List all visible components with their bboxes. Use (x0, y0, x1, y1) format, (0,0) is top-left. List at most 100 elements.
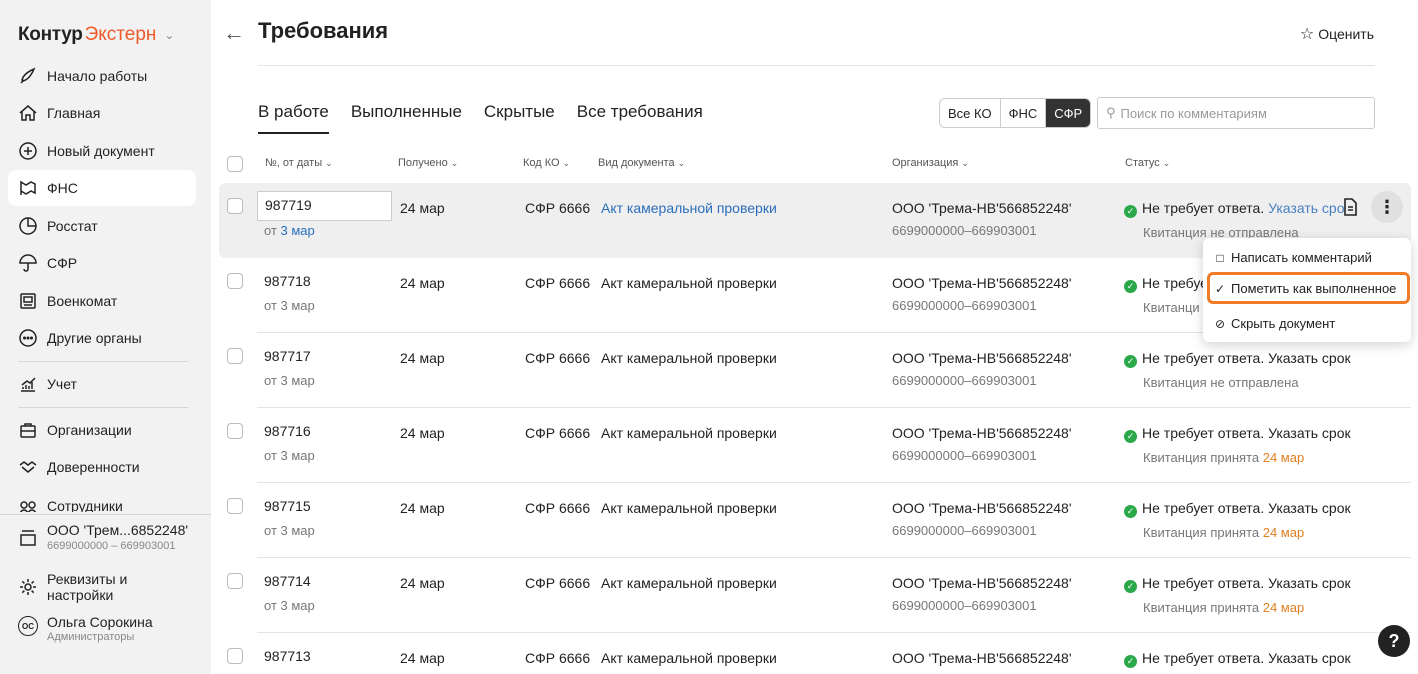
col-org[interactable]: Организация ⌄ (892, 157, 969, 169)
table-row[interactable]: 987714 от 3 мар 24 мар СФР 6666 Акт каме… (219, 558, 1411, 633)
row-receipt: Квитанция принята 24 мар (1143, 525, 1304, 540)
sidebar-item-label: Военкомат (47, 293, 118, 309)
receipt-date: 24 мар (1262, 525, 1305, 540)
back-arrow-icon[interactable]: ← (223, 20, 245, 46)
tab-hidden[interactable]: Скрытые (484, 102, 555, 134)
check-circle-icon: ✓ (1124, 280, 1137, 293)
rocket-icon (18, 66, 38, 86)
from-date: 3 мар (280, 598, 315, 613)
filter-all-ko[interactable]: Все КО (940, 99, 1001, 127)
row-checkbox[interactable] (227, 348, 243, 364)
col-doctype-label: Вид документа (598, 157, 675, 169)
row-checkbox[interactable] (227, 573, 243, 589)
row-inn: 6699000000–669903001 (892, 298, 1037, 313)
product-name: Экстерн (84, 24, 157, 45)
from-date: 3 мар (280, 373, 315, 388)
table-row[interactable]: 987717 от 3 мар 24 мар СФР 6666 Акт каме… (219, 333, 1411, 408)
briefcase-icon (18, 420, 38, 440)
col-status[interactable]: Статус ⌄ (1125, 157, 1170, 169)
tab-in-progress[interactable]: В работе (258, 102, 329, 134)
document-icon[interactable] (1341, 197, 1359, 217)
row-checkbox[interactable] (227, 198, 243, 214)
row-checkbox[interactable] (227, 498, 243, 514)
sidebar-item-accounting[interactable]: Учет (8, 366, 196, 402)
row-doctype[interactable]: Акт камеральной проверки (601, 275, 777, 291)
app-logo[interactable]: Контур Экстерн ⌄ (18, 24, 174, 46)
row-received: 24 мар (400, 350, 445, 366)
set-deadline-link[interactable]: Указать срок (1268, 350, 1351, 366)
sidebar-item-fns[interactable]: ФНС (8, 170, 196, 206)
tab-completed[interactable]: Выполненные (351, 102, 462, 134)
row-doctype-link[interactable]: Акт камеральной проверки (601, 200, 777, 216)
select-all-checkbox[interactable] (227, 156, 243, 172)
eye-off-icon: ⊘ (1214, 316, 1226, 331)
set-deadline-link[interactable]: Указать срок (1268, 425, 1351, 441)
from-prefix: от (264, 373, 277, 388)
table-row[interactable]: 987713 24 мар СФР 6666 Акт камеральной п… (219, 633, 1411, 674)
from-date-link[interactable]: 3 мар (281, 223, 315, 238)
sidebar-item-home[interactable]: Главная (8, 95, 196, 131)
row-from-date: от 3 мар (264, 523, 315, 538)
authority-filter: Все КО ФНС СФР (939, 98, 1092, 128)
row-doctype[interactable]: Акт камеральной проверки (601, 650, 777, 666)
set-deadline-link[interactable]: Указать срок (1268, 500, 1351, 516)
user-profile[interactable]: ОС Ольга Сорокина Администраторы (8, 614, 204, 654)
sidebar-item-employees[interactable]: Сотрудники (8, 492, 196, 512)
row-doctype[interactable]: Акт камеральной проверки (601, 425, 777, 441)
row-inn: 6699000000–669903001 (892, 373, 1037, 388)
row-org: ООО 'Трема-НВ'566852248' (892, 350, 1072, 366)
check-circle-icon: ✓ (1124, 505, 1137, 518)
filter-sfr[interactable]: СФР (1046, 99, 1091, 127)
search-input[interactable]: ⚲ Поиск по комментариям (1097, 97, 1375, 129)
help-button[interactable]: ? (1378, 625, 1410, 657)
menu-item-label: Написать комментарий (1231, 250, 1372, 265)
row-status: ✓ Не требует ответа. Указать срок (1124, 575, 1351, 593)
row-from-date: от 3 мар (264, 598, 315, 613)
sidebar-item-label: Росстат (47, 218, 98, 234)
set-deadline-link[interactable]: Указать срок (1268, 575, 1351, 591)
rate-button[interactable]: ☆ Оценить (1300, 24, 1374, 44)
chart-growth-icon (18, 374, 38, 394)
sidebar-item-new-document[interactable]: Новый документ (8, 133, 196, 169)
sidebar-item-sfr[interactable]: СФР (8, 245, 196, 281)
row-doctype[interactable]: Акт камеральной проверки (601, 500, 777, 516)
row-status: ✓ Не требует ответа. Указать срок (1124, 425, 1351, 443)
receipt-date: 24 мар (1262, 450, 1305, 465)
more-actions-button[interactable]: ⋮ (1371, 191, 1403, 223)
menu-item-mark-done[interactable]: ✓ Пометить как выполненное (1213, 281, 1396, 296)
tab-all[interactable]: Все требования (577, 102, 703, 134)
menu-item-hide[interactable]: ⊘ Скрыть документ (1213, 316, 1335, 331)
col-received[interactable]: Получено ⌄ (398, 157, 458, 169)
filter-fns[interactable]: ФНС (1001, 99, 1047, 127)
set-deadline-link[interactable]: Указать сро (1268, 200, 1344, 216)
sidebar-item-settings[interactable]: Реквизиты и настройки (8, 569, 196, 605)
chevron-down-icon: ⌄ (1162, 158, 1171, 168)
col-num[interactable]: №, от даты ⌄ (265, 157, 333, 169)
sidebar-item-military[interactable]: Военкомат (8, 283, 196, 319)
sidebar-item-organizations[interactable]: Организации (8, 412, 196, 448)
check-circle-icon: ✓ (1124, 655, 1137, 668)
table-row[interactable]: 987715 от 3 мар 24 мар СФР 6666 Акт каме… (219, 483, 1411, 558)
set-deadline-link[interactable]: Указать срок (1268, 650, 1351, 666)
row-number-field[interactable]: 987719 (257, 191, 392, 221)
col-ko[interactable]: Код КО ⌄ (523, 157, 570, 169)
row-checkbox[interactable] (227, 423, 243, 439)
sidebar-item-proxies[interactable]: Доверенности (8, 449, 196, 485)
chevron-down-icon[interactable]: ⌄ (164, 28, 174, 42)
row-checkbox[interactable] (227, 273, 243, 289)
org-selector[interactable]: ООО 'Трем...6852248' 6699000000 – 669903… (8, 522, 204, 566)
sidebar-item-start[interactable]: Начало работы (8, 58, 196, 94)
row-from-date: от 3 мар (264, 223, 315, 238)
row-checkbox[interactable] (227, 648, 243, 664)
row-doctype[interactable]: Акт камеральной проверки (601, 350, 777, 366)
row-doctype[interactable]: Акт камеральной проверки (601, 575, 777, 591)
row-number: 987718 (264, 273, 311, 289)
menu-item-comment[interactable]: □ Написать комментарий (1213, 250, 1372, 265)
from-prefix: от (264, 298, 277, 313)
sidebar-item-label: Начало работы (47, 68, 148, 84)
sidebar-item-other[interactable]: Другие органы (8, 320, 196, 356)
table-row[interactable]: 987716 от 3 мар 24 мар СФР 6666 Акт каме… (219, 408, 1411, 483)
col-doctype[interactable]: Вид документа ⌄ (598, 157, 685, 169)
sidebar-item-rosstat[interactable]: Росстат (8, 208, 196, 244)
sidebar-item-label: Сотрудники (47, 498, 123, 512)
